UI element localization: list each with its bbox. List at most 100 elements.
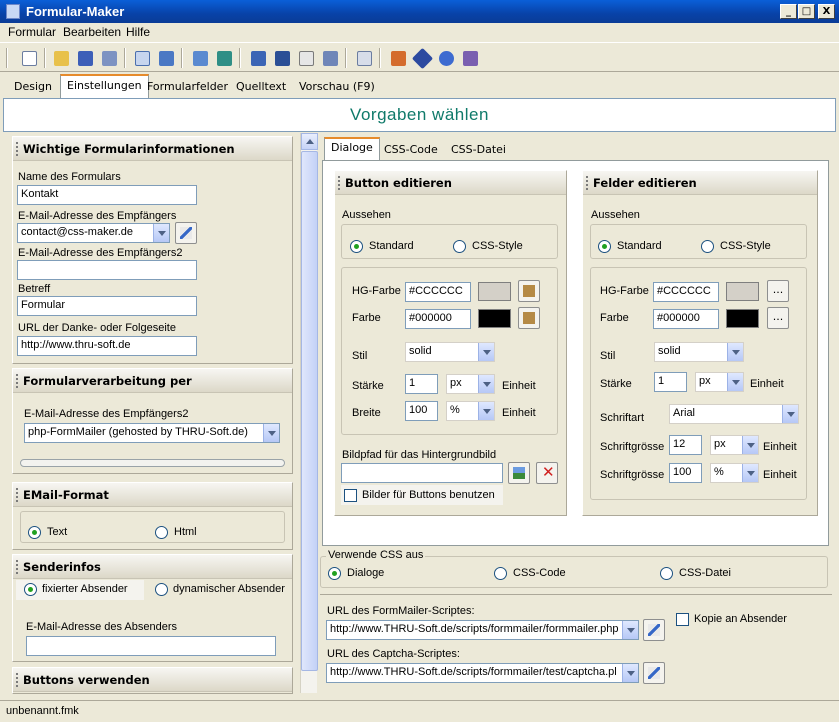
field-size2-unit[interactable]: % (710, 463, 759, 483)
add-page-button[interactable] (247, 47, 269, 69)
field-font-value: Arial (673, 407, 696, 419)
button-bg-picker[interactable] (518, 280, 540, 302)
close-button[interactable]: X (818, 4, 835, 19)
button-fg-picker[interactable] (518, 307, 540, 329)
field-size2-input[interactable]: 100 (669, 463, 702, 483)
button-strength-input[interactable]: 1 (405, 374, 438, 394)
tab-einstellungen[interactable]: Einstellungen (60, 74, 149, 99)
format-html-radio[interactable] (155, 526, 168, 539)
chevron-down-icon (742, 464, 758, 482)
field-size-unit[interactable]: px (710, 435, 759, 455)
save-button[interactable] (74, 47, 96, 69)
scroll-up-icon[interactable] (301, 133, 318, 150)
exit-button[interactable] (459, 47, 481, 69)
css-source-dialoge-radio[interactable] (328, 567, 341, 580)
scroll-thumb[interactable] (301, 151, 318, 671)
bgimage-clear-button[interactable]: ✕ (536, 462, 558, 484)
export-icon (192, 50, 208, 66)
close-file-button[interactable] (98, 47, 120, 69)
tab-css-datei[interactable]: CSS-Datei (445, 141, 512, 160)
new-file-button[interactable] (18, 47, 40, 69)
form-name-input[interactable]: Kontakt (17, 185, 197, 205)
field-look-label: Aussehen (591, 209, 640, 221)
move-button[interactable] (155, 47, 177, 69)
field-standard-radio[interactable] (598, 240, 611, 253)
button-style-select[interactable]: solid (405, 342, 495, 362)
help-button[interactable] (435, 47, 457, 69)
field-strength-input[interactable]: 1 (654, 372, 687, 392)
chevron-down-icon (263, 424, 279, 442)
button-cssstyle-radio[interactable] (453, 240, 466, 253)
mail-button[interactable] (295, 47, 317, 69)
menu-bearbeiten[interactable]: Bearbeiten (63, 25, 121, 39)
sender-fixed-radio[interactable] (24, 583, 37, 596)
format-text-label: Text (47, 526, 68, 538)
formmailer-edit-button[interactable] (643, 619, 665, 641)
color-picker-icon (523, 285, 535, 297)
field-style-value: solid (658, 345, 681, 357)
button-strength-unit[interactable]: px (446, 374, 495, 394)
toolbar (0, 42, 839, 72)
edit-button[interactable] (319, 47, 341, 69)
add-field-button[interactable] (271, 47, 293, 69)
tab-formularfelder[interactable]: Formularfelder (141, 77, 234, 98)
toolbar-separator (239, 48, 241, 68)
field-style-select[interactable]: solid (654, 342, 744, 362)
captcha-edit-button[interactable] (643, 662, 665, 684)
captcha-url-select[interactable]: http://www.THRU-Soft.de/scripts/formmail… (326, 663, 639, 683)
home-button[interactable] (387, 47, 409, 69)
tab-vorschau[interactable]: Vorschau (F9) (293, 77, 381, 98)
use-images-checkbox[interactable] (344, 489, 357, 502)
button-fg-input[interactable]: #000000 (405, 309, 471, 329)
open-button[interactable] (50, 47, 72, 69)
formmailer-url-select[interactable]: http://www.THRU-Soft.de/scripts/formmail… (326, 620, 639, 640)
bgimage-browse-button[interactable] (508, 462, 530, 484)
field-bg-input[interactable]: #CCCCCC (653, 282, 719, 302)
preview-button[interactable] (131, 47, 153, 69)
field-size-input[interactable]: 12 (669, 435, 702, 455)
copy-button[interactable] (353, 47, 375, 69)
sender-email-label: E-Mail-Adresse des Absenders (26, 621, 178, 633)
recipient2-email-input[interactable] (17, 260, 197, 280)
button-bg-input[interactable]: #CCCCCC (405, 282, 471, 302)
field-fg-input[interactable]: #000000 (653, 309, 719, 329)
window-button[interactable] (213, 47, 235, 69)
menu-hilfe[interactable]: Hilfe (126, 25, 150, 39)
button-width-unit[interactable]: % (446, 401, 495, 421)
css-source-file-radio[interactable] (660, 567, 673, 580)
button-style-value: solid (409, 345, 432, 357)
tab-dialoge[interactable]: Dialoge (324, 137, 380, 161)
thanks-url-input[interactable]: http://www.thru-soft.de (17, 336, 197, 356)
info-button[interactable] (411, 47, 433, 69)
field-bg-picker[interactable]: ... (767, 280, 789, 302)
subject-input[interactable]: Formular (17, 296, 197, 316)
field-fg-picker[interactable]: ... (767, 307, 789, 329)
menu-formular[interactable]: Formular (8, 25, 56, 39)
processing-select[interactable]: php-FormMailer (gehosted by THRU-Soft.de… (24, 423, 280, 443)
button-strength-unit-label: Einheit (502, 380, 536, 392)
delete-x-icon: ✕ (542, 463, 555, 481)
minimize-button[interactable]: _ (780, 4, 797, 19)
tab-css-code[interactable]: CSS-Code (378, 141, 444, 160)
export-button[interactable] (189, 47, 211, 69)
bgimage-input[interactable] (341, 463, 503, 483)
button-width-input[interactable]: 100 (405, 401, 438, 421)
copy-sender-checkbox[interactable] (676, 613, 689, 626)
field-font-select[interactable]: Arial (669, 404, 799, 424)
tab-quelltext[interactable]: Quelltext (230, 77, 292, 98)
button-standard-radio[interactable] (350, 240, 363, 253)
vertical-scrollbar[interactable] (300, 133, 318, 693)
recipient-email-select[interactable]: contact@css-maker.de (17, 223, 170, 243)
tab-design[interactable]: Design (8, 77, 58, 98)
css-source-code-radio[interactable] (494, 567, 507, 580)
field-strength-unit[interactable]: px (695, 372, 744, 392)
field-cssstyle-radio[interactable] (701, 240, 714, 253)
maximize-button[interactable]: □ (798, 4, 815, 19)
edit-recipient-button[interactable] (175, 222, 197, 244)
format-text-radio[interactable] (28, 526, 41, 539)
css-source-code-label: CSS-Code (513, 567, 566, 579)
progress-bar (20, 459, 285, 467)
sender-email-input[interactable] (26, 636, 276, 656)
group-field-edit-title: Felder editieren (583, 171, 817, 195)
sender-dynamic-radio[interactable] (155, 583, 168, 596)
